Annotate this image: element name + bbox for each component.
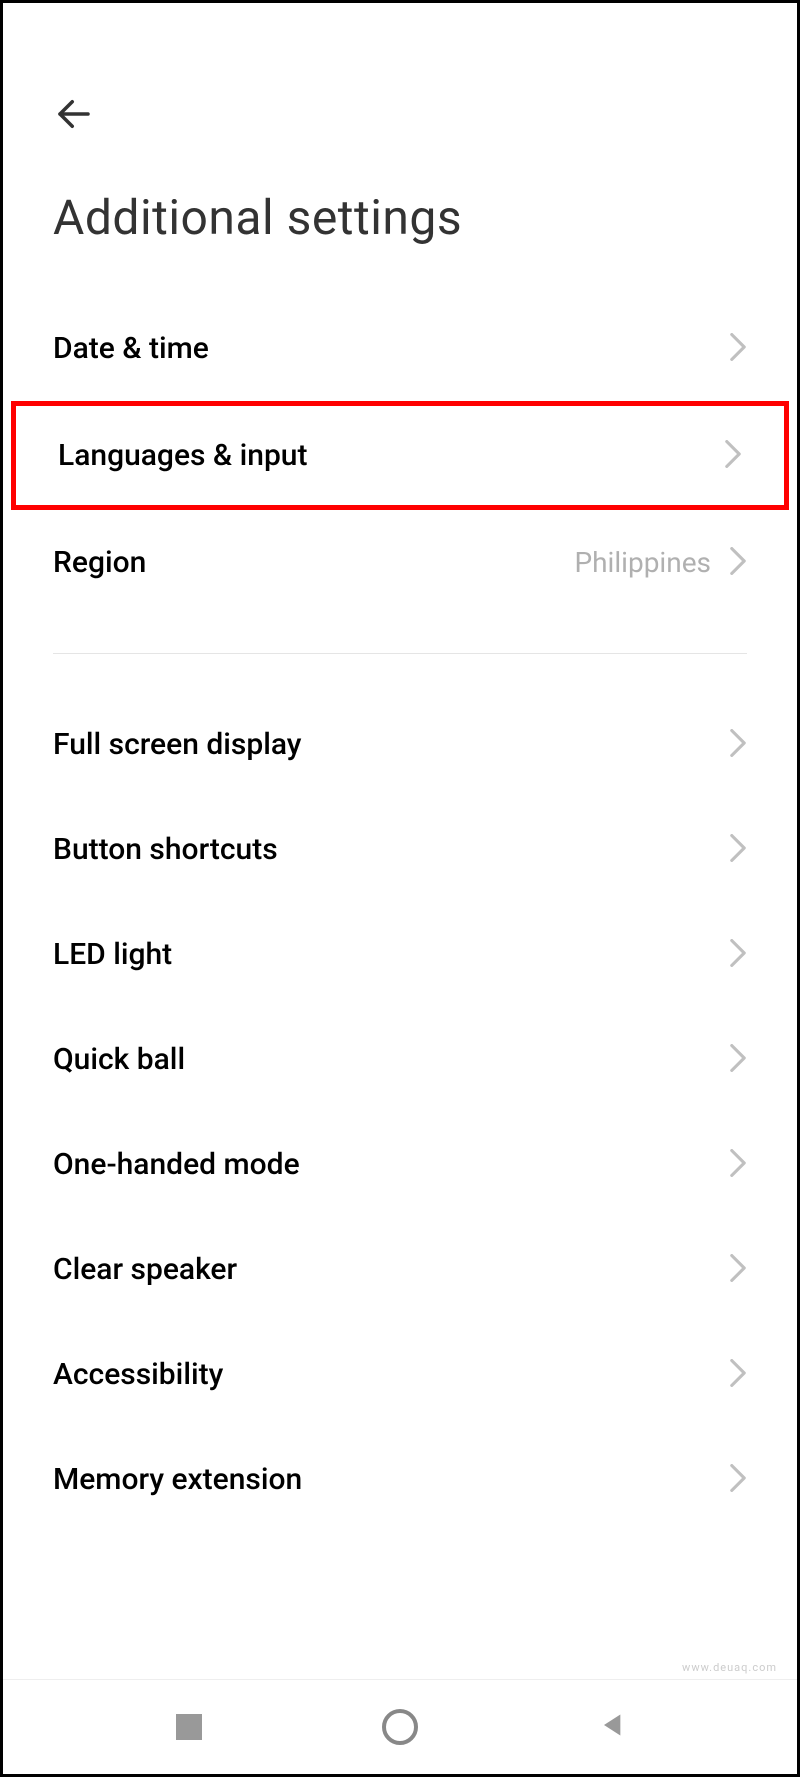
circle-icon xyxy=(382,1709,418,1745)
list-item-label: Accessibility xyxy=(53,1357,223,1392)
chevron-right-icon xyxy=(729,729,747,761)
arrow-left-icon xyxy=(53,93,95,139)
list-item-full-screen-display[interactable]: Full screen display xyxy=(3,692,797,797)
triangle-left-icon xyxy=(597,1711,625,1743)
chevron-right-icon xyxy=(729,1254,747,1286)
list-item-clear-speaker[interactable]: Clear speaker xyxy=(3,1217,797,1322)
navigation-bar xyxy=(3,1679,797,1774)
list-item-one-handed-mode[interactable]: One-handed mode xyxy=(3,1112,797,1217)
list-item-date-time[interactable]: Date & time xyxy=(3,296,797,401)
list-item-led-light[interactable]: LED light xyxy=(3,902,797,1007)
list-item-label: One-handed mode xyxy=(53,1147,300,1182)
chevron-right-icon xyxy=(724,440,742,472)
list-item-label: Date & time xyxy=(53,331,209,366)
list-item-label: Languages & input xyxy=(58,438,307,473)
list-item-label: Memory extension xyxy=(53,1462,302,1497)
list-item-button-shortcuts[interactable]: Button shortcuts xyxy=(3,797,797,902)
list-item-languages-input[interactable]: Languages & input xyxy=(11,401,789,510)
chevron-right-icon xyxy=(729,939,747,971)
list-item-region[interactable]: Region Philippines xyxy=(3,510,797,615)
nav-back-button[interactable] xyxy=(581,1697,641,1757)
chevron-right-icon xyxy=(729,1044,747,1076)
list-item-label: Button shortcuts xyxy=(53,832,278,867)
page-title: Additional settings xyxy=(53,189,747,246)
list-item-label: Region xyxy=(53,545,146,580)
list-item-memory-extension[interactable]: Memory extension xyxy=(3,1427,797,1532)
settings-list: Date & time Languages & input Re xyxy=(3,266,797,1532)
list-item-quick-ball[interactable]: Quick ball xyxy=(3,1007,797,1112)
list-item-label: Quick ball xyxy=(53,1042,185,1077)
nav-recent-button[interactable] xyxy=(159,1697,219,1757)
nav-home-button[interactable] xyxy=(370,1697,430,1757)
list-item-label: LED light xyxy=(53,937,172,972)
list-item-accessibility[interactable]: Accessibility xyxy=(3,1322,797,1427)
list-item-label: Clear speaker xyxy=(53,1252,237,1287)
watermark: www.deuaq.com xyxy=(682,1661,777,1674)
list-item-label: Full screen display xyxy=(53,727,302,762)
square-icon xyxy=(176,1714,202,1740)
divider xyxy=(53,653,747,654)
chevron-right-icon xyxy=(729,547,747,579)
chevron-right-icon xyxy=(729,1149,747,1181)
chevron-right-icon xyxy=(729,333,747,365)
chevron-right-icon xyxy=(729,1359,747,1391)
list-item-value: Philippines xyxy=(574,546,711,579)
chevron-right-icon xyxy=(729,834,747,866)
chevron-right-icon xyxy=(729,1464,747,1496)
back-button[interactable] xyxy=(53,93,95,139)
